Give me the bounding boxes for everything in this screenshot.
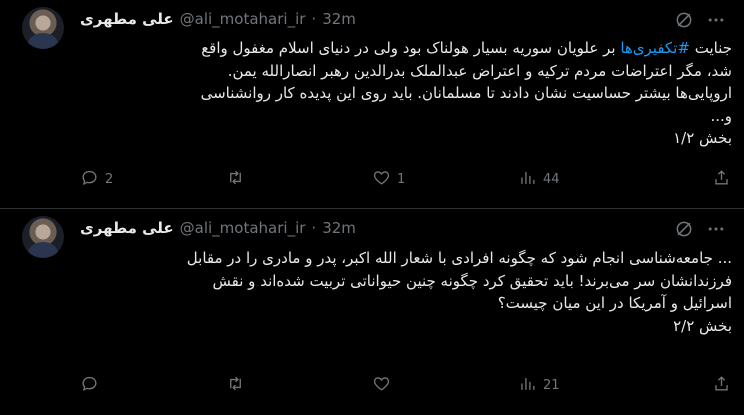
like-icon (372, 374, 391, 397)
share-button[interactable] (712, 375, 731, 395)
reply-icon (80, 168, 99, 191)
grok-icon[interactable] (674, 219, 694, 239)
tweet-actions: 2 1 44 (80, 169, 732, 189)
tweet-line: اروپایی‌ها بیشتر حساسیت نشان دادند تا مس… (200, 84, 732, 102)
timestamp[interactable]: 32m (322, 10, 356, 28)
tweet-line: ... جامعه‌شناسی انجام شود که چگونه افراد… (186, 249, 732, 267)
views-icon (518, 374, 537, 397)
tweet-text-segment: بر علویان سوریه بسیار هولناک بود ولی در … (201, 39, 621, 57)
tweet-text-segment: جنایت (689, 39, 732, 57)
tweet-line: بخش ۱/۲ (673, 129, 732, 147)
retweet-button[interactable] (226, 375, 251, 395)
tweet-text: جنایت #تکفیری‌ها بر علویان سوریه بسیار ه… (80, 37, 732, 150)
author-name[interactable]: علی مطهری (80, 219, 174, 237)
tweet-line: اسرائیل و آمریکا در این میان چیست؟ (497, 294, 732, 312)
share-icon (712, 374, 731, 397)
tweet[interactable]: علی مطهری @ali_motahari_ir · 32m ... جام… (0, 209, 744, 415)
tweet-actions: 21 (80, 375, 732, 395)
separator-dot: · (311, 10, 317, 28)
reply-count: 2 (105, 171, 114, 187)
like-icon (372, 168, 391, 191)
retweet-button[interactable] (226, 169, 251, 189)
like-count: 1 (397, 171, 406, 187)
tweet-line: جنایت #تکفیری‌ها بر علویان سوریه بسیار ه… (80, 37, 732, 60)
hashtag-link[interactable]: #تکفیری‌ها (620, 39, 690, 57)
avatar[interactable] (22, 216, 64, 258)
more-icon[interactable] (706, 219, 726, 239)
grok-icon[interactable] (674, 10, 694, 30)
timestamp[interactable]: 32m (322, 219, 356, 237)
retweet-icon (226, 168, 245, 191)
reply-button[interactable] (80, 375, 105, 395)
share-icon (712, 168, 731, 191)
avatar[interactable] (22, 7, 64, 49)
views-button[interactable]: 44 (518, 169, 560, 189)
author-name[interactable]: علی مطهری (80, 10, 174, 28)
separator-dot: · (311, 219, 317, 237)
more-icon[interactable] (706, 10, 726, 30)
views-icon (518, 168, 537, 191)
tweet-text: ... جامعه‌شناسی انجام شود که چگونه افراد… (80, 247, 732, 337)
tweet-line: شد، مگر اعتراضات مردم ترکیه و اعتراض عبد… (227, 61, 732, 80)
tweet-header: علی مطهری @ali_motahari_ir · 32m (80, 9, 356, 29)
reply-button[interactable]: 2 (80, 169, 113, 189)
author-handle[interactable]: @ali_motahari_ir (180, 219, 306, 237)
share-button[interactable] (712, 169, 731, 189)
tweet-line: فرزندانشان سر می‌برند! باید تحقیق کرد چگ… (212, 271, 732, 290)
reply-icon (80, 374, 99, 397)
views-count: 21 (543, 377, 560, 393)
like-button[interactable]: 1 (372, 169, 405, 189)
tweet-line: بخش ۲/۲ (673, 316, 732, 335)
views-count: 44 (543, 171, 560, 187)
views-button[interactable]: 21 (518, 375, 560, 395)
tweet-line: و... (710, 106, 732, 125)
author-handle[interactable]: @ali_motahari_ir (180, 10, 306, 28)
tweet-header: علی مطهری @ali_motahari_ir · 32m (80, 218, 356, 238)
tweet[interactable]: علی مطهری @ali_motahari_ir · 32m جنایت #… (0, 0, 744, 208)
like-button[interactable] (372, 375, 397, 395)
retweet-icon (226, 374, 245, 397)
